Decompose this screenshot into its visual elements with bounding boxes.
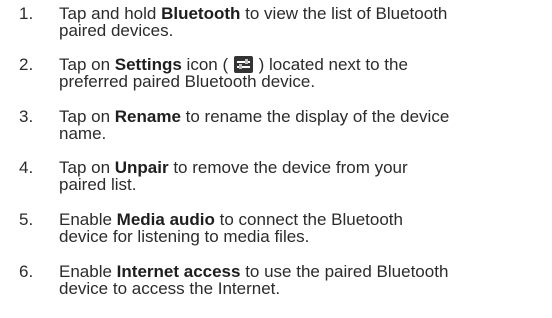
step-text: Tap on Settings icon ( ) located next to… [59,55,408,91]
step-number: 3. [19,107,34,126]
step-number: 5. [19,210,34,229]
step-text: Tap and hold Bluetooth to view the list … [59,4,448,40]
step-text: Tap on Unpair to remove the device from … [59,158,408,194]
step-number: 2. [19,55,34,74]
step-text: Enable Media audio to connect the Blueto… [59,210,403,246]
settings-sliders-icon [233,56,253,73]
step-number: 1. [19,4,34,23]
step-text: Tap on Rename to rename the display of t… [59,107,450,143]
step-text: Enable Internet access to use the paired… [59,262,449,298]
rename-term: Rename [114,107,181,126]
step-number: 6. [19,262,34,281]
step-number: 4. [19,158,34,177]
